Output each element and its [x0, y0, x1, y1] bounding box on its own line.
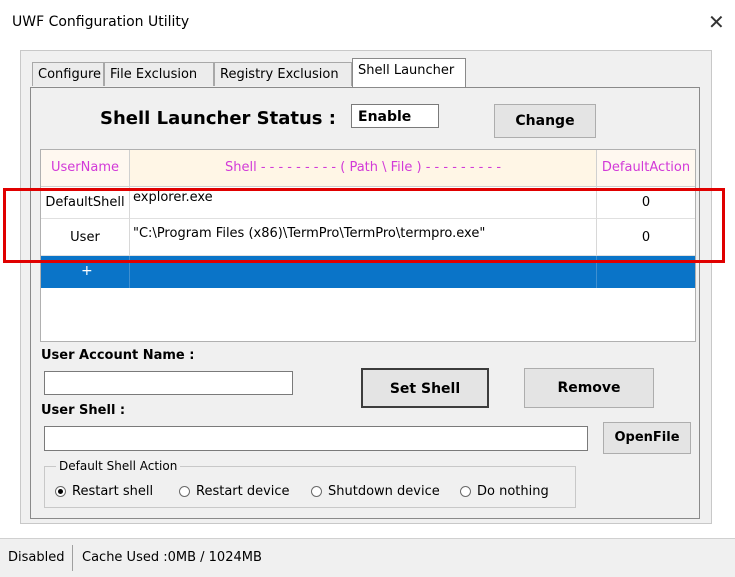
user-account-name-input[interactable] — [44, 371, 293, 395]
column-header-username[interactable]: UserName — [41, 150, 130, 187]
shell-launcher-status-label: Shell Launcher Status : — [100, 108, 336, 129]
radio-shutdown-device[interactable]: Shutdown device — [311, 484, 440, 499]
radio-do-nothing[interactable]: Do nothing — [460, 484, 549, 499]
shell-launcher-status-value: Enable — [351, 104, 439, 128]
radio-label: Restart shell — [72, 484, 154, 499]
radio-icon — [179, 486, 190, 497]
radio-label: Shutdown device — [328, 484, 440, 499]
window-title: UWF Configuration Utility — [12, 14, 190, 30]
tab-shell-launcher[interactable]: Shell Launcher — [352, 58, 466, 87]
change-button[interactable]: Change — [494, 104, 596, 138]
status-state: Disabled — [8, 550, 65, 565]
user-shell-label: User Shell : — [41, 403, 126, 418]
radio-restart-device[interactable]: Restart device — [179, 484, 290, 499]
tab-configure[interactable]: Configure — [32, 62, 104, 86]
tab-file-exclusion[interactable]: File Exclusion — [104, 62, 214, 86]
set-shell-button[interactable]: Set Shell — [361, 368, 489, 408]
radio-label: Do nothing — [477, 484, 549, 499]
radio-restart-shell[interactable]: Restart shell — [55, 484, 153, 499]
tab-registry-exclusion[interactable]: Registry Exclusion — [214, 62, 352, 86]
default-shell-action-title: Default Shell Action — [56, 459, 181, 473]
close-icon[interactable]: ✕ — [708, 10, 725, 34]
radio-icon — [311, 486, 322, 497]
column-header-shell[interactable]: Shell - - - - - - - - - ( Path \ File ) … — [130, 150, 597, 187]
user-shell-input[interactable] — [44, 426, 588, 451]
radio-icon — [460, 486, 471, 497]
openfile-button[interactable]: OpenFile — [603, 422, 691, 454]
radio-selected-icon — [55, 486, 66, 497]
status-bar: Disabled Cache Used :0MB / 1024MB — [0, 538, 735, 577]
radio-label: Restart device — [196, 484, 290, 499]
column-header-default-action[interactable]: DefaultAction — [597, 150, 695, 187]
new-row-marker: + — [81, 263, 93, 279]
status-cache: Cache Used :0MB / 1024MB — [82, 550, 262, 565]
user-account-name-label: User Account Name : — [41, 348, 195, 363]
remove-button[interactable]: Remove — [524, 368, 654, 408]
highlight-box — [3, 188, 725, 263]
